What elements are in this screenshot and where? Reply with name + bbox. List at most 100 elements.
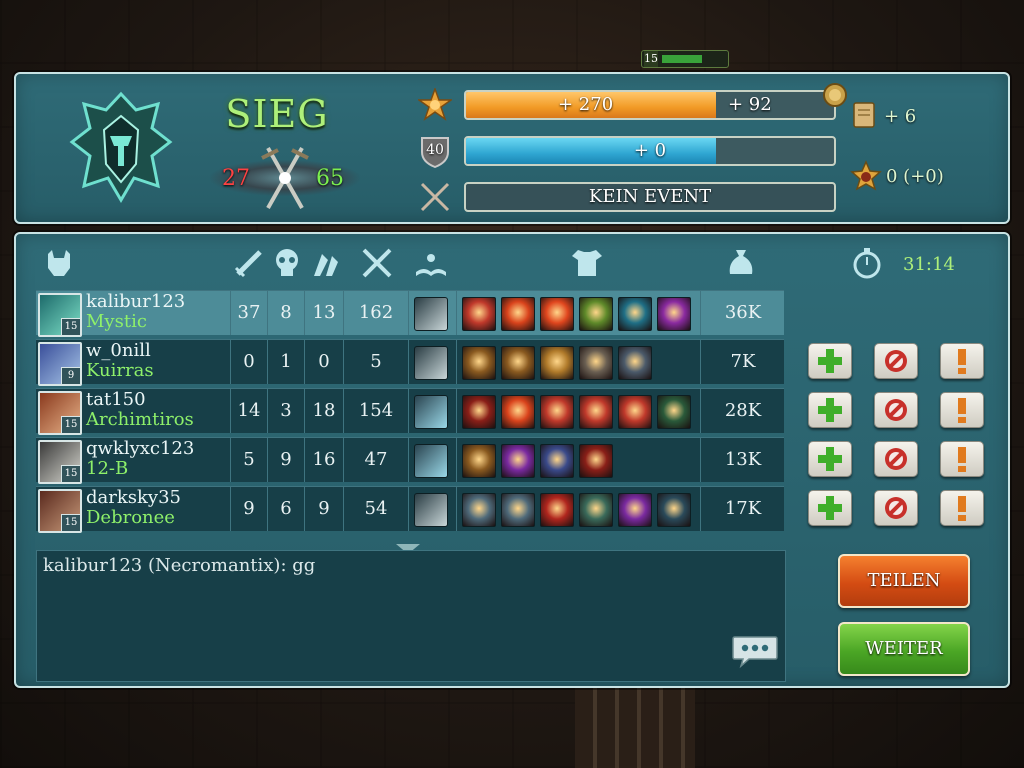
hero-name: Kuirras xyxy=(86,360,154,381)
report-button[interactable] xyxy=(940,490,984,526)
chat-bubble-icon[interactable] xyxy=(731,633,779,669)
deaths-value: 1 xyxy=(267,340,304,384)
gold-value: 13K xyxy=(700,438,785,482)
add-friend-button[interactable] xyxy=(808,490,852,526)
hero-name: Debronee xyxy=(86,507,175,528)
spell-icon xyxy=(414,346,448,380)
player-name: kalibur123 xyxy=(86,291,186,312)
item-icon xyxy=(462,395,496,429)
item-icon xyxy=(462,346,496,380)
xp-bar: + 270 + 92 xyxy=(464,90,836,120)
player-name: tat150 xyxy=(86,389,146,410)
rank-bar: + 0 xyxy=(464,136,836,166)
kills-value: 9 xyxy=(230,487,267,531)
share-button[interactable]: TEILEN xyxy=(838,554,970,608)
item-icon xyxy=(579,297,613,331)
kills-value: 37 xyxy=(230,291,267,335)
block-button[interactable] xyxy=(874,441,918,477)
hero-level: 9 xyxy=(61,367,80,384)
event-bar-row: KEIN EVENT xyxy=(418,182,838,212)
item-icon xyxy=(579,346,613,380)
item-icon xyxy=(657,297,691,331)
card-scroll-icon xyxy=(853,102,875,128)
deaths-value: 6 xyxy=(267,487,304,531)
match-summary-panel: SIEG 27 65 + 270 + 92 40 + 0 KEIN EVENT … xyxy=(14,72,1010,224)
hero-level: 15 xyxy=(61,514,80,531)
items-divider xyxy=(456,389,457,433)
medal-icon xyxy=(850,160,882,191)
creeps-value: 54 xyxy=(343,487,408,531)
creeps-value: 154 xyxy=(343,389,408,433)
item-icon xyxy=(501,493,535,527)
item-icon xyxy=(540,395,574,429)
background-rail xyxy=(575,688,695,768)
deaths-value: 8 xyxy=(267,291,304,335)
event-swords-icon xyxy=(420,182,450,212)
hud-level: 15 xyxy=(644,51,658,67)
match-timer: 31:14 xyxy=(903,254,955,275)
block-icon xyxy=(885,399,907,421)
assists-value: 0 xyxy=(304,340,343,384)
player-name: w_0nill xyxy=(86,340,151,361)
deaths-skull-icon xyxy=(276,249,298,276)
kills-value: 0 xyxy=(230,340,267,384)
player-name: darksky35 xyxy=(86,487,181,508)
report-button[interactable] xyxy=(940,441,984,477)
items-divider xyxy=(456,340,457,384)
add-friend-button[interactable] xyxy=(808,392,852,428)
block-button[interactable] xyxy=(874,392,918,428)
hero-avatar: 15 xyxy=(38,293,82,337)
plus-icon xyxy=(818,447,842,471)
event-label: KEIN EVENT xyxy=(588,186,712,207)
rank-bar-row: 40 + 0 xyxy=(418,136,838,168)
gold-value: 7K xyxy=(700,340,785,384)
spellbook-icon xyxy=(416,254,446,276)
assists-hands-icon xyxy=(314,254,338,276)
chat-message: kalibur123 (Necromantix): gg xyxy=(43,555,316,576)
plus-icon xyxy=(818,398,842,422)
event-bar: KEIN EVENT xyxy=(464,182,836,212)
plus-icon xyxy=(818,496,842,520)
item-icon xyxy=(579,395,613,429)
hero-avatar: 9 xyxy=(38,342,82,386)
exclamation-icon xyxy=(958,398,966,423)
team-score: 65 xyxy=(316,166,344,191)
report-button[interactable] xyxy=(940,343,984,379)
creeps-value: 162 xyxy=(343,291,408,335)
block-button[interactable] xyxy=(874,490,918,526)
item-icon xyxy=(618,493,652,527)
stopwatch-icon xyxy=(853,248,881,279)
item-icon xyxy=(540,346,574,380)
hero-avatar: 15 xyxy=(38,391,82,435)
helmet-icon xyxy=(48,250,70,276)
gold-bag-icon xyxy=(729,250,753,274)
item-icon xyxy=(618,346,652,380)
items-divider xyxy=(456,291,457,335)
spell-icon xyxy=(414,493,448,527)
item-icon xyxy=(540,444,574,478)
block-button[interactable] xyxy=(874,343,918,379)
hero-level: 15 xyxy=(61,416,80,433)
spell-icon xyxy=(414,395,448,429)
report-button[interactable] xyxy=(940,392,984,428)
item-icon xyxy=(540,297,574,331)
item-icon xyxy=(540,493,574,527)
add-friend-button[interactable] xyxy=(808,441,852,477)
gold-value: 36K xyxy=(700,291,785,335)
item-icon xyxy=(501,395,535,429)
rank-number: 40 xyxy=(426,142,444,158)
exclamation-icon xyxy=(958,496,966,521)
item-icon xyxy=(657,395,691,429)
item-icon xyxy=(501,444,535,478)
add-friend-button[interactable] xyxy=(808,343,852,379)
block-icon xyxy=(885,350,907,372)
plus-icon xyxy=(818,349,842,373)
rank-emblem-icon xyxy=(69,91,173,203)
chat-box[interactable]: kalibur123 (Necromantix): gg xyxy=(36,550,786,682)
continue-button[interactable]: WEITER xyxy=(838,622,970,676)
match-result: SIEG xyxy=(225,92,329,136)
item-icon xyxy=(462,297,496,331)
item-icon xyxy=(618,297,652,331)
creeps-value: 47 xyxy=(343,438,408,482)
assists-value: 16 xyxy=(304,438,343,482)
